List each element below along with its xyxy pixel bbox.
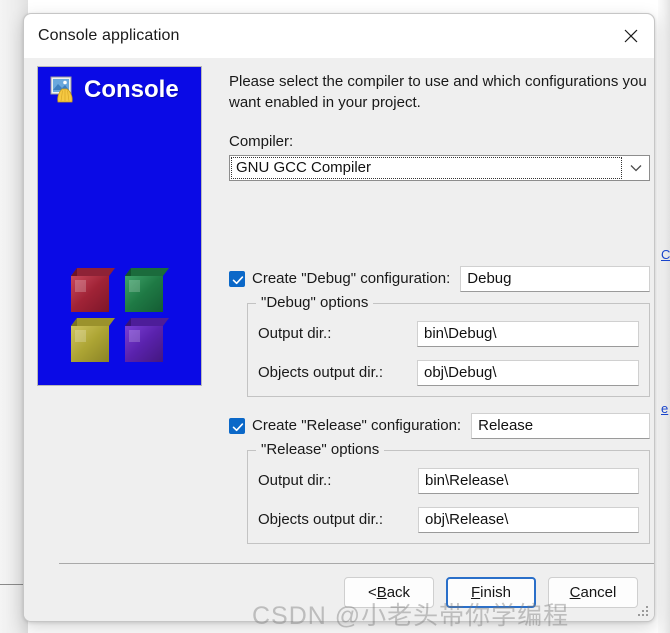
release-configuration-checkbox[interactable] <box>229 417 245 434</box>
release-config-row: Create "Release" configuration: Release <box>229 412 650 439</box>
branding-panel: Console <box>37 66 202 386</box>
debug-options-legend: "Debug" options <box>256 293 374 311</box>
release-configuration-label: Create "Release" configuration: <box>252 417 462 435</box>
debug-configuration-label: Create "Debug" configuration: <box>252 270 451 288</box>
release-configuration-name-input[interactable]: Release <box>471 412 650 439</box>
finish-button[interactable]: Finish <box>446 576 536 608</box>
close-icon <box>624 29 638 43</box>
instructions-text: Please select the compiler to use and wh… <box>229 73 647 112</box>
dialog-footer: < Back Finish Cancel <box>24 563 654 621</box>
back-button[interactable]: < Back <box>344 576 434 608</box>
release-objects-dir-input[interactable]: obj\Release\ <box>418 506 639 533</box>
finish-button-suffix: inish <box>480 583 512 601</box>
console-application-dialog: Console application Console Please selec… <box>23 13 655 622</box>
branding-title: Console <box>84 76 179 103</box>
release-output-dir-row: Output dir.: bin\Release\ <box>258 467 639 494</box>
release-output-dir-input[interactable]: bin\Release\ <box>418 467 639 494</box>
cancel-button-accesskey: C <box>569 583 581 601</box>
debug-config-row: Create "Debug" configuration: Debug <box>229 265 650 292</box>
debug-configuration-name-input[interactable]: Debug <box>460 265 650 292</box>
release-options-legend: "Release" options <box>256 440 385 458</box>
dialog-body: Console Please select the compiler to us… <box>24 58 654 563</box>
chevron-down-icon[interactable] <box>623 155 649 180</box>
dialog-title-bar: Console application <box>24 14 654 58</box>
release-objects-dir-row: Objects output dir.: obj\Release\ <box>258 506 639 533</box>
compiler-selected-value: GNU GCC Compiler <box>236 159 372 177</box>
background-link-fragment-1[interactable]: C <box>661 247 670 262</box>
cancel-button-suffix: ancel <box>580 583 617 601</box>
debug-objects-dir-label: Objects output dir.: <box>258 364 384 382</box>
back-button-accesskey: B <box>376 583 387 601</box>
debug-objects-dir-row: Objects output dir.: obj\Debug\ <box>258 359 639 386</box>
cancel-button[interactable]: Cancel <box>548 576 638 608</box>
compiler-label: Compiler: <box>229 132 294 150</box>
back-button-suffix: ack <box>386 583 411 601</box>
debug-objects-dir-input[interactable]: obj\Debug\ <box>417 359 639 386</box>
debug-output-dir-input[interactable]: bin\Debug\ <box>417 320 639 347</box>
resize-grip[interactable] <box>638 605 650 617</box>
release-output-dir-label: Output dir.: <box>258 472 332 490</box>
debug-options-group: "Debug" options Output dir.: bin\Debug\ … <box>247 293 650 397</box>
checkmark-icon <box>232 422 244 431</box>
compiler-select[interactable]: GNU GCC Compiler <box>229 154 650 181</box>
back-button-prefix: < <box>367 583 377 601</box>
debug-output-dir-row: Output dir.: bin\Debug\ <box>258 320 639 347</box>
debug-configuration-checkbox[interactable] <box>229 270 245 287</box>
debug-output-dir-label: Output dir.: <box>258 325 332 343</box>
content-column: Please select the compiler to use and wh… <box>202 66 654 563</box>
finish-button-accesskey: F <box>470 583 481 601</box>
background-right-gutter <box>658 0 670 633</box>
release-objects-dir-label: Objects output dir.: <box>258 511 384 529</box>
close-button[interactable] <box>608 14 654 58</box>
compiler-select-value-area[interactable]: GNU GCC Compiler <box>231 156 622 179</box>
branding-header: Console <box>38 67 201 105</box>
footer-separator <box>59 563 654 564</box>
codeblocks-cubes-logo <box>67 262 175 366</box>
release-options-group: "Release" options Output dir.: bin\Relea… <box>247 440 650 544</box>
background-link-fragment-2[interactable]: e <box>661 401 670 416</box>
dialog-title: Console application <box>38 27 180 44</box>
checkmark-icon <box>232 275 244 284</box>
console-image-icon <box>48 75 78 105</box>
